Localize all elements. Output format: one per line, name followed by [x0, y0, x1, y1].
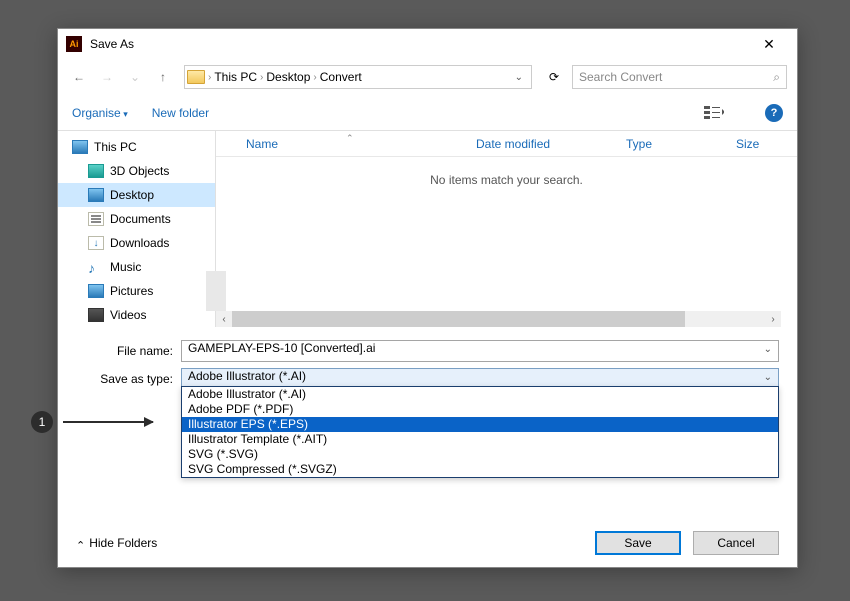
scroll-right-button[interactable]: › — [765, 311, 781, 327]
help-button[interactable]: ? — [765, 104, 783, 122]
empty-message: No items match your search. — [216, 157, 797, 187]
tree-item-videos[interactable]: Videos — [58, 303, 215, 327]
nav-tree: This PC 3D Objects Desktop Documents Dow… — [58, 131, 216, 327]
annotation-badge: 1 — [31, 411, 53, 433]
tree-item-this-pc[interactable]: This PC — [58, 135, 215, 159]
dropdown-option[interactable]: SVG (*.SVG) — [182, 447, 778, 462]
tree-item-downloads[interactable]: Downloads — [58, 231, 215, 255]
documents-icon — [88, 212, 104, 226]
pc-icon — [72, 140, 88, 154]
column-name[interactable]: Name⌃ — [246, 137, 476, 151]
chevron-right-icon: › — [208, 72, 211, 83]
refresh-button[interactable]: ⟳ — [542, 65, 566, 89]
saveastype-label: Save as type: — [76, 372, 181, 386]
tree-item-pictures[interactable]: Pictures — [58, 279, 215, 303]
arrow-right-icon — [63, 421, 153, 423]
chevron-down-icon[interactable]: ⌄ — [764, 372, 772, 383]
scroll-left-button[interactable]: ‹ — [216, 311, 232, 327]
folder-icon — [187, 70, 205, 84]
music-icon — [88, 260, 104, 274]
breadcrumb-segment[interactable]: Convert — [320, 70, 362, 84]
breadcrumb-segment[interactable]: This PC — [214, 70, 257, 84]
desktop-icon — [88, 188, 104, 202]
organise-button[interactable]: Organise — [72, 106, 128, 120]
filename-input[interactable]: GAMEPLAY-EPS-10 [Converted].ai⌄ — [181, 340, 779, 362]
chevron-right-icon: › — [313, 72, 316, 83]
sort-asc-icon: ⌃ — [346, 133, 354, 144]
view-options-button[interactable] — [697, 102, 731, 124]
column-size[interactable]: Size — [736, 137, 759, 151]
save-button[interactable]: Save — [595, 531, 681, 555]
dropdown-option[interactable]: Adobe PDF (*.PDF) — [182, 402, 778, 417]
column-type[interactable]: Type — [626, 137, 736, 151]
toolbar: Organise New folder ? — [58, 95, 797, 131]
breadcrumb-segment[interactable]: Desktop — [266, 70, 310, 84]
annotation-callout: 1 — [31, 411, 153, 433]
nav-back-button[interactable]: ← — [68, 66, 90, 88]
search-placeholder: Search Convert — [579, 70, 773, 84]
3d-icon — [88, 164, 104, 178]
scroll-thumb[interactable] — [232, 311, 685, 327]
tree-item-3d-objects[interactable]: 3D Objects — [58, 159, 215, 183]
dropdown-option[interactable]: SVG Compressed (*.SVGZ) — [182, 462, 778, 477]
nav-bar: ← → ⌄ ↑ › This PC › Desktop › Convert ⌄ … — [58, 59, 797, 95]
filename-label: File name: — [76, 344, 181, 358]
column-headers: Name⌃ Date modified Type Size — [216, 131, 797, 157]
scroll-track[interactable] — [232, 311, 765, 327]
dropdown-option-selected[interactable]: Illustrator EPS (*.EPS) — [182, 417, 778, 432]
nav-up-button[interactable]: ↑ — [152, 66, 174, 88]
window-title: Save As — [90, 37, 749, 51]
dropdown-option[interactable]: Illustrator Template (*.AIT) — [182, 432, 778, 447]
hide-folders-toggle[interactable]: Hide Folders — [76, 536, 157, 550]
body-area: This PC 3D Objects Desktop Documents Dow… — [58, 131, 797, 327]
form-area: File name: GAMEPLAY-EPS-10 [Converted].a… — [58, 327, 797, 393]
splitter-handle[interactable] — [206, 271, 226, 311]
search-input[interactable]: Search Convert ⌕ — [572, 65, 787, 89]
column-date[interactable]: Date modified — [476, 137, 626, 151]
file-list: Name⌃ Date modified Type Size No items m… — [216, 131, 797, 327]
save-as-dialog: Ai Save As ✕ ← → ⌄ ↑ › This PC › Desktop… — [57, 28, 798, 568]
search-icon: ⌕ — [773, 70, 780, 85]
app-icon: Ai — [66, 36, 82, 52]
chevron-down-icon[interactable]: ⌄ — [764, 344, 772, 355]
chevron-right-icon: › — [260, 72, 263, 83]
close-button[interactable]: ✕ — [749, 30, 789, 58]
nav-recent-dropdown[interactable]: ⌄ — [124, 66, 146, 88]
tree-item-documents[interactable]: Documents — [58, 207, 215, 231]
pictures-icon — [88, 284, 104, 298]
dropdown-option[interactable]: Adobe Illustrator (*.AI) — [182, 387, 778, 402]
videos-icon — [88, 308, 104, 322]
nav-forward-button[interactable]: → — [96, 66, 118, 88]
new-folder-button[interactable]: New folder — [152, 106, 209, 120]
tree-item-music[interactable]: Music — [58, 255, 215, 279]
dialog-footer: Hide Folders Save Cancel — [58, 519, 797, 567]
horizontal-scrollbar[interactable]: ‹ › — [216, 311, 781, 327]
downloads-icon — [88, 236, 104, 250]
breadcrumb-dropdown[interactable]: ⌄ — [509, 72, 529, 83]
tree-item-desktop[interactable]: Desktop — [58, 183, 215, 207]
titlebar: Ai Save As ✕ — [58, 29, 797, 59]
saveastype-dropdown: Adobe Illustrator (*.AI) Adobe PDF (*.PD… — [181, 386, 779, 478]
cancel-button[interactable]: Cancel — [693, 531, 779, 555]
breadcrumb[interactable]: › This PC › Desktop › Convert ⌄ — [184, 65, 532, 89]
